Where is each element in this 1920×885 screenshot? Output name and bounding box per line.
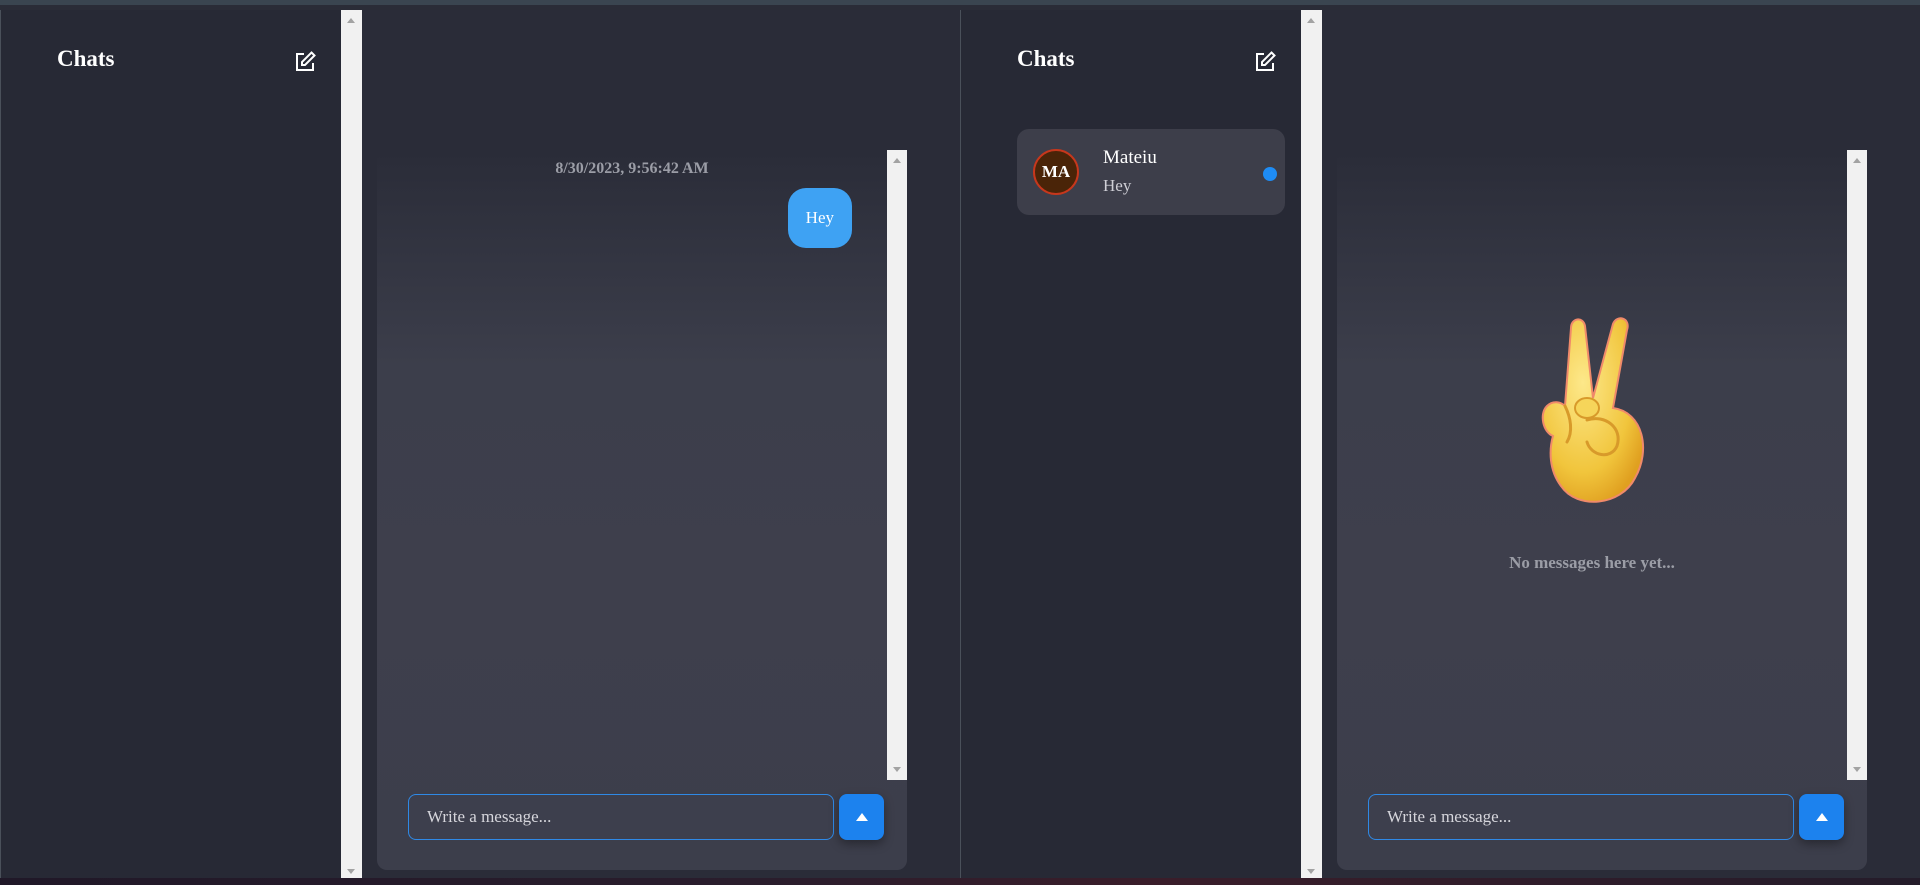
sidebar-title: Chats — [57, 46, 115, 71]
chat-main: No messages here yet... — [1322, 10, 1920, 882]
messages-scrollbar[interactable] — [887, 150, 907, 780]
sidebar-scrollbar[interactable] — [1301, 10, 1322, 882]
empty-state: No messages here yet... — [1337, 310, 1847, 573]
scroll-down-icon[interactable] — [893, 767, 901, 772]
scroll-up-icon[interactable] — [1853, 158, 1861, 163]
right-chat-app: Chats MA Mateiu Hey No messages here yet… — [960, 10, 1920, 882]
scroll-down-icon[interactable] — [1853, 767, 1861, 772]
message-composer — [408, 794, 884, 840]
conversation-panel: 8/30/2023, 9:56:42 AM Hey — [377, 150, 907, 870]
window-frame: Chats 8/30/2023, 9:56:42 AM Hey Write a … — [0, 0, 1920, 885]
scroll-up-icon[interactable] — [347, 18, 355, 23]
send-arrow-icon — [1815, 813, 1828, 821]
chat-contact-name: Mateiu — [1103, 147, 1157, 168]
conversation-panel: No messages here yet... — [1337, 150, 1867, 870]
message-input[interactable] — [1368, 794, 1794, 840]
compose-icon[interactable] — [1253, 50, 1277, 74]
chat-list-item[interactable]: MA Mateiu Hey — [1017, 129, 1285, 215]
victory-hand-icon — [1541, 317, 1645, 503]
send-arrow-icon — [855, 813, 868, 821]
messages-scrollbar[interactable] — [1847, 150, 1867, 780]
message-composer — [1368, 794, 1844, 840]
sidebar: Chats MA Mateiu Hey — [961, 10, 1301, 882]
send-button[interactable] — [1799, 794, 1844, 840]
message-timestamp: 8/30/2023, 9:56:42 AM — [555, 160, 709, 177]
chat-main: 8/30/2023, 9:56:42 AM Hey — [362, 10, 961, 882]
avatar: MA — [1033, 149, 1079, 195]
desktop-background-strip — [0, 878, 1920, 885]
send-button[interactable] — [839, 794, 884, 840]
sidebar: Chats — [1, 10, 341, 882]
scroll-down-icon[interactable] — [347, 869, 355, 874]
sidebar-title: Chats — [1017, 46, 1075, 71]
compose-icon[interactable] — [293, 50, 317, 74]
scroll-up-icon[interactable] — [1307, 18, 1315, 23]
empty-state-text: No messages here yet... — [1509, 553, 1675, 572]
scroll-up-icon[interactable] — [893, 158, 901, 163]
chat-last-message: Hey — [1103, 176, 1132, 195]
left-chat-app: Chats 8/30/2023, 9:56:42 AM Hey — [0, 10, 961, 882]
message-input[interactable] — [408, 794, 834, 840]
message-bubble-sent: Hey — [787, 188, 852, 248]
unread-indicator — [1263, 167, 1277, 181]
sidebar-scrollbar[interactable] — [341, 10, 362, 882]
scroll-down-icon[interactable] — [1307, 869, 1315, 874]
